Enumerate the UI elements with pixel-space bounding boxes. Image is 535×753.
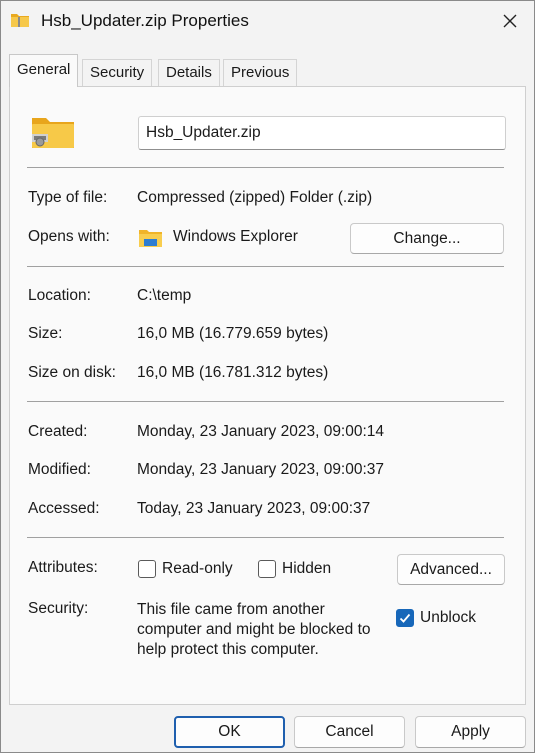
- tab-details[interactable]: Details: [158, 59, 220, 87]
- modified-value: Monday, 23 January 2023, 09:00:37: [137, 461, 385, 478]
- attributes-label: Attributes:: [28, 559, 98, 576]
- location-label: Location:: [28, 287, 91, 304]
- accessed-value: Today, 23 January 2023, 09:00:37: [137, 500, 371, 517]
- location-value: C:\temp: [137, 287, 192, 304]
- tab-security[interactable]: Security: [82, 59, 153, 87]
- apply-button[interactable]: Apply: [415, 716, 526, 748]
- modified-label: Modified:: [28, 461, 91, 478]
- checkmark-icon: [399, 613, 411, 623]
- zip-folder-icon: [32, 118, 74, 148]
- hidden-checkbox[interactable]: [258, 560, 276, 578]
- opens-with-label: Opens with:: [28, 228, 110, 245]
- separator: [27, 167, 504, 168]
- size-value: 16,0 MB (16.779.659 bytes): [137, 325, 329, 342]
- security-label: Security:: [28, 600, 89, 617]
- size-on-disk-label: Size on disk:: [28, 364, 116, 381]
- size-on-disk-value: 16,0 MB (16.781.312 bytes): [137, 364, 329, 381]
- created-label: Created:: [28, 423, 88, 440]
- advanced-button[interactable]: Advanced...: [397, 554, 505, 585]
- security-warning-text: This file came from another computer and…: [137, 601, 371, 658]
- hidden-label[interactable]: Hidden: [282, 560, 331, 578]
- separator: [27, 266, 504, 267]
- read-only-label[interactable]: Read-only: [162, 560, 233, 578]
- read-only-checkbox[interactable]: [138, 560, 156, 578]
- general-panel: Type of file: Compressed (zipped) Folder…: [9, 86, 526, 705]
- opens-with-value: Windows Explorer: [173, 228, 298, 245]
- unblock-label[interactable]: Unblock: [420, 609, 476, 627]
- type-of-file-label: Type of file:: [28, 189, 108, 206]
- cancel-button[interactable]: Cancel: [294, 716, 405, 748]
- window-title: Hsb_Updater.zip Properties: [41, 11, 249, 30]
- type-of-file-value: Compressed (zipped) Folder (.zip): [137, 189, 373, 206]
- accessed-label: Accessed:: [28, 500, 100, 517]
- ok-button[interactable]: OK: [174, 716, 285, 748]
- zip-folder-icon: [11, 14, 29, 27]
- unblock-checkbox[interactable]: [396, 609, 414, 627]
- file-name-input[interactable]: [138, 116, 506, 150]
- separator: [27, 401, 504, 402]
- properties-dialog: Hsb_Updater.zip Properties General Secur…: [0, 0, 535, 753]
- title-bar[interactable]: Hsb_Updater.zip Properties: [1, 1, 534, 43]
- tab-previous-versions[interactable]: Previous Versions: [223, 59, 298, 107]
- separator: [27, 537, 504, 538]
- close-button[interactable]: [492, 5, 528, 37]
- created-value: Monday, 23 January 2023, 09:00:14: [137, 423, 385, 440]
- tab-general[interactable]: General: [9, 54, 79, 87]
- file-explorer-icon: [139, 230, 162, 247]
- change-button[interactable]: Change...: [350, 223, 504, 254]
- close-icon: [503, 14, 517, 28]
- size-label: Size:: [28, 325, 63, 342]
